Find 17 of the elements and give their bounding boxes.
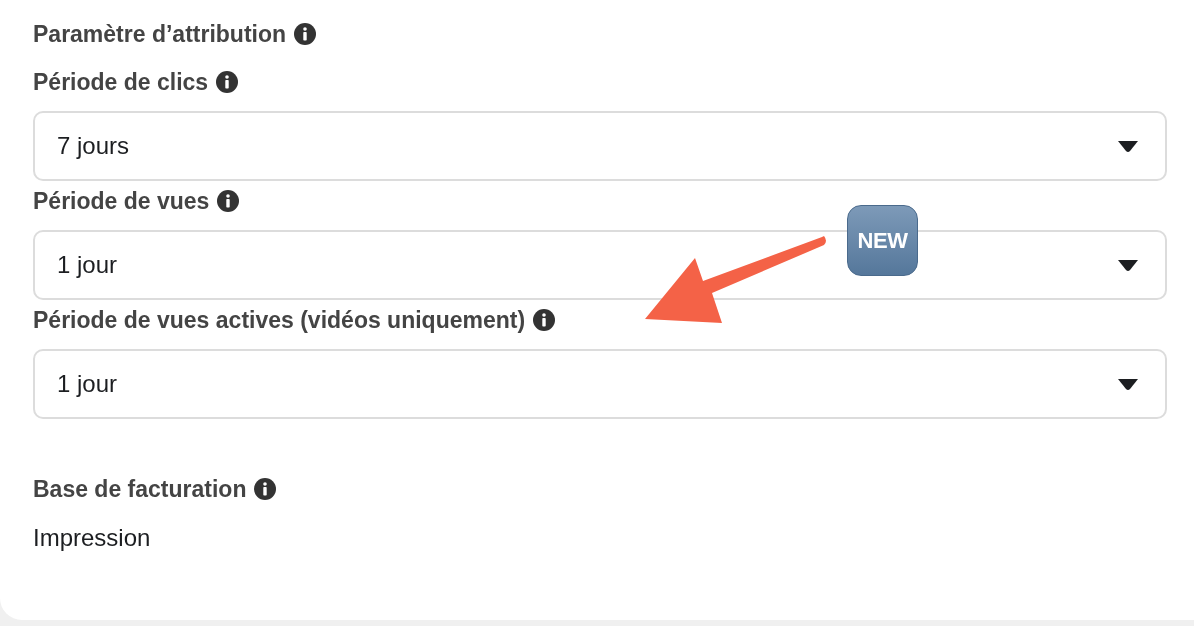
dropdown[interactable]: 1 jour [33, 349, 1167, 419]
section-title: Paramètre d’attribution [33, 20, 287, 48]
field-label: Période de clics [33, 68, 209, 96]
info-icon[interactable] [216, 71, 239, 93]
new-badge: NEW [847, 205, 918, 276]
info-icon[interactable] [533, 309, 556, 331]
caret-icon [1117, 377, 1139, 391]
dropdown[interactable]: 7 jours [33, 111, 1167, 181]
info-icon[interactable] [254, 478, 277, 500]
info-icon[interactable] [294, 23, 317, 45]
field-label: Période de vues actives (vidéos uniquement) [33, 306, 526, 334]
info-icon[interactable] [217, 190, 240, 212]
caret-icon [1117, 139, 1139, 153]
field-label: Période de vues [33, 187, 210, 215]
field-label: Base de facturation [33, 475, 247, 503]
caret-icon [1117, 258, 1139, 272]
billing-value: Impression [33, 524, 152, 552]
